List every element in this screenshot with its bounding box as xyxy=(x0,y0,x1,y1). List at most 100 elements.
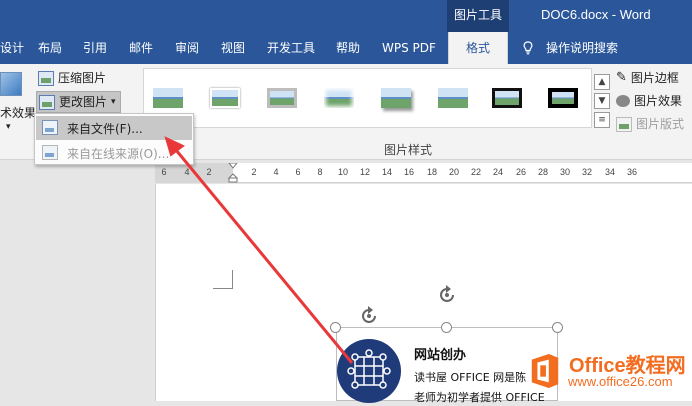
ruler-label: 10 xyxy=(337,167,349,177)
change-picture-label: 更改图片 xyxy=(59,95,108,109)
picture-border-label: 图片边框 xyxy=(630,71,679,85)
style-drop-shadow[interactable] xyxy=(378,83,414,113)
tell-me-search[interactable]: 操作说明搜索 xyxy=(546,32,618,64)
tab-mailings[interactable]: 邮件 xyxy=(129,32,153,64)
picture-styles-gallery xyxy=(143,68,592,128)
ribbon-tab-bar: 设计 布局 引用 邮件 审阅 视图 开发工具 帮助 WPS PDF 格式 操作说… xyxy=(0,32,692,64)
style-shadow-frame[interactable] xyxy=(264,83,300,113)
resize-handle[interactable] xyxy=(330,322,341,333)
logo-grid-icon xyxy=(347,349,391,389)
tab-layout[interactable]: 布局 xyxy=(38,32,62,64)
pen-icon: ✎ xyxy=(616,70,627,85)
tab-help[interactable]: 帮助 xyxy=(336,32,360,64)
ruler-label: 28 xyxy=(537,167,549,177)
online-picture-icon xyxy=(42,145,58,160)
picture-tools-label: 图片工具 xyxy=(447,0,509,32)
rotate-handle-icon[interactable] xyxy=(358,305,380,327)
ruler-label: 14 xyxy=(381,167,393,177)
picture-effects-button[interactable]: 图片效果 xyxy=(616,92,682,110)
ruler-label: 26 xyxy=(515,167,527,177)
ruler-label: 34 xyxy=(604,167,616,177)
picture-border-button[interactable]: ✎ 图片边框 xyxy=(616,69,679,87)
art-effects-icon xyxy=(0,72,22,96)
indent-marker-icon[interactable] xyxy=(228,163,238,183)
style-thumbnail xyxy=(492,88,522,108)
style-thumbnail xyxy=(324,88,354,108)
horizontal-ruler[interactable]: 6 4 2 2 4 6 8 10 12 14 16 18 20 22 24 26… xyxy=(155,163,692,183)
compress-label: 压缩图片 xyxy=(58,71,107,85)
style-thumbnail xyxy=(153,88,183,108)
ruler-label: 2 xyxy=(251,167,257,177)
compress-pictures-button[interactable]: 压缩图片 xyxy=(38,69,106,87)
ruler-label: 6 xyxy=(161,167,167,177)
ruler-label: 30 xyxy=(559,167,571,177)
style-reflected[interactable] xyxy=(435,83,471,113)
ruler-label: 20 xyxy=(448,167,460,177)
menu-item-from-file-label: 来自文件(F)... xyxy=(67,121,143,136)
title-bar: 图片工具 DOC6.docx - Word xyxy=(0,0,692,32)
ruler-label: 12 xyxy=(359,167,371,177)
gallery-more-icon[interactable]: ≡ xyxy=(594,112,610,128)
style-thick-black-frame[interactable] xyxy=(545,83,581,113)
watermark-url: www.office26.com xyxy=(568,374,673,389)
style-white-frame[interactable] xyxy=(207,83,243,113)
picture-layout-button[interactable]: 图片版式 xyxy=(616,115,684,133)
style-soft-edge[interactable] xyxy=(321,83,357,113)
tab-references[interactable]: 引用 xyxy=(83,32,107,64)
change-picture-button[interactable]: 更改图片 ▾ xyxy=(36,91,121,113)
ruler-label: 24 xyxy=(492,167,504,177)
ruler-label: 6 xyxy=(295,167,301,177)
margin-corner-mark xyxy=(213,270,233,289)
picture-layout-label: 图片版式 xyxy=(636,117,685,131)
ruler-label: 22 xyxy=(470,167,482,177)
menu-item-from-file[interactable]: 来自文件(F)... xyxy=(36,116,192,140)
picture-file-icon xyxy=(42,120,58,135)
office26-watermark: Office教程网 www.office26.com xyxy=(526,347,692,401)
ruler-label: 2 xyxy=(206,167,212,177)
layout-icon xyxy=(616,116,632,132)
compress-icon xyxy=(38,70,54,86)
change-picture-icon xyxy=(39,94,55,110)
office-logo-icon xyxy=(531,354,559,388)
ruler-label: 8 xyxy=(317,167,323,177)
tab-review[interactable]: 审阅 xyxy=(175,32,199,64)
textbox-line-1: 读书屋 OFFICE 网是陈 xyxy=(414,371,527,384)
tab-developer[interactable]: 开发工具 xyxy=(267,32,315,64)
effects-icon xyxy=(616,95,630,107)
site-logo-picture[interactable] xyxy=(337,339,401,403)
ruler-label: 16 xyxy=(403,167,415,177)
art-effects-button[interactable]: 艺术效果 xyxy=(0,104,36,121)
ruler-label: 4 xyxy=(184,167,190,177)
menu-item-from-online-label: 来自在线来源(O)... xyxy=(67,146,170,161)
change-picture-menu: 来自文件(F)... 来自在线来源(O)... xyxy=(34,113,194,165)
resize-handle[interactable] xyxy=(552,322,563,333)
picture-effects-label: 图片效果 xyxy=(634,94,683,108)
rotate-handle-icon[interactable] xyxy=(436,284,458,306)
change-picture-chevron-icon: ▾ xyxy=(111,97,116,107)
style-thumbnail xyxy=(381,88,411,108)
ruler-label: 32 xyxy=(581,167,593,177)
tab-format[interactable]: 格式 xyxy=(448,32,508,64)
gallery-scroll-up-icon[interactable]: ▲ xyxy=(594,74,610,90)
ruler-margin xyxy=(155,163,233,183)
art-effects-chevron-icon: ▾ xyxy=(6,122,11,132)
style-thumbnail xyxy=(548,88,578,108)
style-thumbnail xyxy=(210,88,240,108)
tab-view[interactable]: 视图 xyxy=(221,32,245,64)
gallery-scroll-down-icon[interactable]: ▼ xyxy=(594,93,610,109)
style-thumbnail xyxy=(267,88,297,108)
lightbulb-icon xyxy=(523,41,533,55)
style-thumbnail xyxy=(438,88,468,108)
style-simple-frame[interactable] xyxy=(150,83,186,113)
menu-item-from-online[interactable]: 来自在线来源(O)... xyxy=(36,141,192,165)
document-title: DOC6.docx - Word xyxy=(541,7,651,22)
ruler-label: 4 xyxy=(273,167,279,177)
picture-styles-group-label: 图片样式 xyxy=(384,143,433,157)
resize-handle[interactable] xyxy=(441,322,452,333)
tab-design[interactable]: 设计 xyxy=(0,32,24,64)
left-workspace xyxy=(0,161,155,401)
style-black-frame[interactable] xyxy=(489,83,525,113)
tab-wps-pdf[interactable]: WPS PDF xyxy=(382,32,436,64)
textbox-heading: 网站创办 xyxy=(414,348,467,363)
ruler-label: 36 xyxy=(626,167,638,177)
